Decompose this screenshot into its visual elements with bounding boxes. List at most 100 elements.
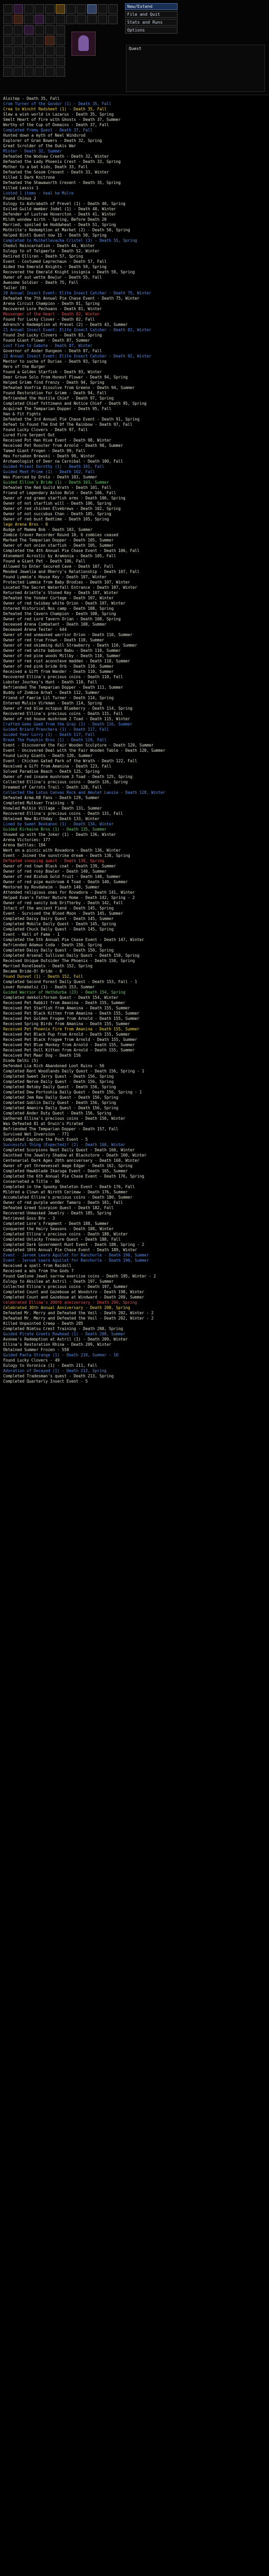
log-entry: Survived Wet Inversion - 771 [3,1132,69,1137]
log-entry: Defeated Mr. Merry and Defeated the Veil… [3,1311,154,1315]
inventory-slot[interactable] [35,46,44,56]
inventory-slot[interactable] [66,15,76,24]
log-entry: Completed Chuck Daily Quest - Death 145,… [3,927,114,932]
log-entry: Hex Forsaken Brewski - Death 99, Winter [3,454,95,458]
inventory-slot[interactable] [45,67,55,77]
inventory-slot[interactable] [14,25,23,35]
inventory-slot[interactable] [56,25,65,35]
inventory-slot[interactable] [14,15,23,24]
inventory-slot[interactable] [98,4,107,14]
inventory-slot[interactable] [56,4,65,14]
inventory-slot[interactable] [66,4,76,14]
inventory-slot[interactable] [56,46,65,56]
log-entry: Showed up with the Joker (1) - Death 136… [3,832,116,837]
log-entry: Owner of red Lord Tavern Orian - Death 1… [3,617,121,621]
new-extend-button[interactable]: New/Extend [125,3,178,10]
options-button[interactable]: Options [125,27,178,34]
stats-runs-button[interactable]: Stats and Runs [125,19,178,26]
file-quit-button[interactable]: File and Quit [125,11,178,18]
inventory-slot[interactable] [108,4,118,14]
log-entry: Defeated the Shawaworth Cresent - Death … [3,180,121,185]
inventory-slot[interactable] [3,15,13,24]
log-entry: Collected Ellina's precious coins - Deat… [3,1284,128,1289]
inventory-slot[interactable] [24,4,34,14]
log-entry: Diode Delhi (5) [3,1058,39,1063]
inventory-slot[interactable] [87,15,97,24]
inventory-slot[interactable] [45,36,55,45]
log-entry: Found for Lucky Clover - Death 82, Fall [3,317,95,322]
log-entry: Located The Secret Waterfall Entrance - … [3,585,137,590]
log-entry: Owner of red rosy Bowler - Death 140, Su… [3,869,107,874]
log-entry: Killed Unpainted Creep - Death 205 [3,1321,84,1326]
inventory-slot[interactable] [45,25,55,35]
inventory-slot[interactable] [24,36,34,45]
log-entry: Conquered the Hairy Seasons - Death 188,… [3,1226,114,1231]
inventory-slot[interactable] [77,15,86,24]
inventory-slot[interactable] [24,67,34,77]
inventory-slot[interactable] [24,46,34,56]
inventory-slot[interactable] [35,15,44,24]
inventory-slot[interactable] [3,46,13,56]
inventory-slot[interactable] [45,46,55,56]
log-entry: Completed Goblin Daily Quest - Death 156… [3,1100,116,1105]
log-entry: Lobster Jourkey's Hunt - Death 110, Fall [3,680,97,684]
log-entry: Owner of red blue octopus Blueberry - De… [3,706,132,711]
inventory-slot[interactable] [3,4,13,14]
log-entry: Completed the 5th Annual Pie Chase Event… [3,937,144,942]
log-entry: Retrieved Goss Bro - 3 [3,1216,55,1221]
log-entry: Found Gamlone Jewel sarrow exercise coin… [3,1274,156,1279]
log-entry: Found a Giant Pet - Death 106, Fall [3,559,86,564]
inventory-slot[interactable] [35,25,44,35]
inventory-slot[interactable] [14,46,23,56]
inventory-slot[interactable] [24,25,34,35]
inventory-slot[interactable] [14,36,23,45]
log-entry: Owner of red house mushroom 2 Toad - Dea… [3,717,130,721]
inventory-slot[interactable] [35,4,44,14]
inventory-slot[interactable] [45,4,55,14]
inventory-slot[interactable] [3,67,13,77]
quest-panel-title: Quest [129,46,142,51]
inventory-slot[interactable] [35,36,44,45]
log-entry: Lost Five to Gabote - Death 87, Winter [3,343,92,348]
inventory-slot[interactable] [56,67,65,77]
log-entry: Received Pet Rabbit from Amanina - Death… [3,1000,126,1005]
inventory-slot[interactable] [45,57,55,66]
character-portrait [71,32,96,56]
inventory-slot[interactable] [35,67,44,77]
log-entry: Completed Hawkblade Ikaruga Event - Deat… [3,1169,128,1173]
log-entry: Accumulated Ellina's precious coins - De… [3,1195,132,1200]
log-entry: Smelt Heart of Fire with Ghosts - Death … [3,117,121,122]
inventory-slot[interactable] [35,57,44,66]
inventory-slot[interactable] [56,15,65,24]
log-entry: Dreamed of Carrots Trail - Death 128, Fa… [3,785,102,790]
log-entry: Exiled Guild member Jodel (1) - Death 40… [3,207,116,211]
inventory-slot[interactable] [87,4,97,14]
log-entry: Recovered Ellina's precious coins - Deat… [3,711,123,716]
log-entry: 21 Annual Insect Event: Elite Insect Cat… [3,328,151,332]
log-entry: Archaeologist of Deer na Carnibal - Deat… [3,459,123,464]
log-entry: Conservated a Title - 86 [3,1179,60,1184]
inventory-slot[interactable] [108,15,118,24]
log-entry: Twiler (0) [3,285,27,290]
inventory-slot[interactable] [45,15,55,24]
log-entry: Recovered Lore Pechoans - Death 81, Wint… [3,306,102,311]
inventory-slot[interactable] [14,57,23,66]
log-entry: Became Bride-O! Bride - 0 [3,969,62,974]
log-entry: Eulogy to Aksilea at Astril - Death 197,… [3,1279,114,1284]
inventory-slot[interactable] [24,57,34,66]
inventory-slot[interactable] [98,15,107,24]
inventory-slot[interactable] [56,36,65,45]
log-entry: Received Pet Rooster from Arnold - Death… [3,443,123,448]
log-entry: Defeated the Red Guild Wrath - Death 101… [3,485,111,490]
inventory-slot[interactable] [14,67,23,77]
inventory-slot[interactable] [3,36,13,45]
inventory-slot[interactable] [56,57,65,66]
inventory-slot[interactable] [3,25,13,35]
inventory-slot[interactable] [24,15,34,24]
log-entry: Completed Nerve Daily Quest - Death 156,… [3,1079,114,1084]
inventory-slot[interactable] [77,4,86,14]
inventory-slot[interactable] [14,4,23,14]
log-entry: Recovered the Emerald Knight insignia - … [3,270,135,274]
log-entry: Befriended The Temparian Dopper - Death … [3,1127,119,1131]
inventory-slot[interactable] [3,57,13,66]
